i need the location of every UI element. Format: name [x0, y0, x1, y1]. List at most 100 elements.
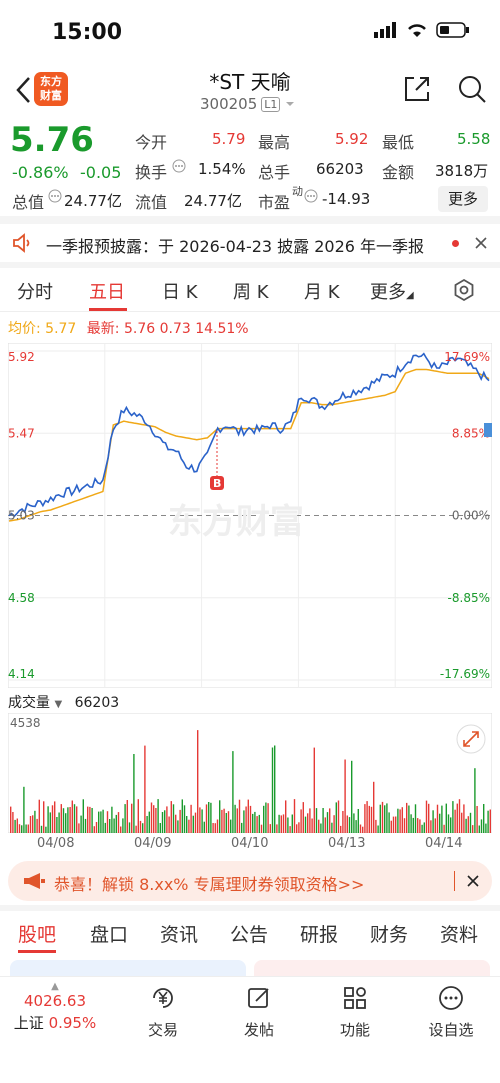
volume-bar [454, 809, 456, 833]
tab-daily-k[interactable]: 日 K [162, 278, 198, 304]
tab-research[interactable]: 研报 [300, 920, 338, 947]
volume-bar [326, 812, 329, 833]
volume-bar [271, 747, 274, 833]
more-button[interactable]: 更多 [438, 186, 488, 212]
tab-five-day[interactable]: 五日 [89, 278, 125, 304]
nav-post[interactable]: 发帖 [224, 985, 294, 1040]
volume-bar [419, 819, 421, 833]
volume-bar [439, 813, 441, 833]
volume-max-label: 4538 [10, 716, 41, 730]
volume-bar [76, 806, 78, 833]
search-icon[interactable] [457, 74, 487, 104]
open-value: 5.79 [212, 130, 246, 148]
volume-bar [78, 823, 80, 833]
volume-bar [461, 812, 463, 833]
notice-bar[interactable]: 一季报预披露：于 2026-04-23 披露 2026 年一季报 [0, 222, 500, 264]
tab-guba[interactable]: 股吧 [18, 920, 56, 947]
open-label: 今开 [135, 133, 168, 152]
volume-bar [318, 819, 320, 833]
date-label: 04/10 [231, 836, 269, 851]
nav-add-watchlist[interactable]: 设自选 [416, 985, 486, 1040]
volume-bar [150, 802, 153, 833]
volume-bar [247, 799, 249, 833]
volume-bar [93, 826, 95, 833]
tab-profile[interactable]: 资料 [440, 920, 478, 947]
volume-bar [324, 817, 326, 833]
volume-bar [298, 822, 300, 833]
index-widget[interactable]: ▲ 4026.63 上证 0.95% [10, 981, 100, 1033]
volume-indicator-label: 成交量 [8, 695, 50, 711]
status-time: 15:00 [52, 20, 123, 45]
tab-pankou[interactable]: 盘口 [90, 920, 128, 947]
nav-functions[interactable]: 功能 [320, 985, 390, 1040]
edit-icon [248, 988, 269, 1008]
volume-bar [188, 819, 190, 833]
volume-bar [51, 805, 54, 833]
volume-bar [131, 803, 133, 833]
volume-bar [436, 804, 439, 833]
volume-bar [331, 822, 333, 833]
date-label: 04/08 [37, 836, 75, 851]
volume-header[interactable]: 成交量 ▼ 66203 [8, 692, 119, 712]
volume-bar [307, 813, 309, 833]
volume-bar [434, 818, 436, 833]
volume-bar [388, 812, 390, 833]
level-badge: L1 [261, 96, 281, 112]
volume-bar [69, 807, 71, 833]
more-options-icon[interactable] [48, 189, 62, 203]
tab-weekly-k[interactable]: 周 K [233, 278, 269, 304]
sell-marker[interactable] [484, 423, 492, 437]
volume-bar [183, 805, 186, 833]
tab-more[interactable]: 更多◢ [370, 278, 414, 304]
volume-bar [27, 824, 29, 833]
tab-news[interactable]: 资讯 [160, 920, 198, 947]
expand-icon[interactable] [456, 724, 486, 754]
volume-bar [117, 812, 120, 833]
notice-text: 一季报预披露：于 2026-04-23 披露 2026 年一季报 [46, 237, 425, 256]
volume-bar [355, 820, 357, 833]
volume-bar [335, 802, 337, 833]
more-options-icon[interactable] [304, 189, 318, 203]
volume-bar [465, 818, 467, 833]
volume-bar [412, 817, 414, 833]
more-options-icon[interactable] [172, 159, 186, 173]
pe-superscript: 动 [292, 185, 303, 198]
volume-bar [36, 818, 38, 833]
volume-bar [452, 801, 454, 833]
close-icon[interactable] [474, 236, 488, 250]
volume-bar [181, 799, 183, 833]
volume-bar [159, 823, 161, 833]
price-chart[interactable]: 东方财富 5.925.475.034.584.14 17.69%8.85%0.0… [8, 343, 492, 688]
volume-bar [25, 824, 27, 833]
volume-bar [348, 817, 351, 833]
settings-icon[interactable] [452, 278, 476, 302]
stock-code-row[interactable]: 300205 L1 [200, 95, 296, 113]
volume-bar [267, 803, 269, 833]
tab-announcements[interactable]: 公告 [230, 920, 268, 947]
volume-bar [359, 824, 362, 833]
share-icon[interactable] [402, 74, 432, 104]
volume-bar [157, 799, 159, 833]
volume-bar [214, 823, 216, 833]
volume-bar [199, 807, 201, 833]
volume-bar [16, 818, 18, 833]
volume-bar [62, 808, 65, 833]
volume-bar [230, 819, 232, 833]
volume-bar [353, 813, 355, 833]
volume-bar [56, 817, 58, 833]
volume-chart[interactable]: 4538 [8, 713, 492, 833]
tab-finance[interactable]: 财务 [370, 920, 408, 947]
promo-banner[interactable]: 恭喜！解锁 8.xx% 专属理财券领取资格>> [8, 861, 492, 901]
volume-bar [342, 811, 344, 833]
y-tick-left: 4.14 [8, 667, 35, 681]
tab-intraday[interactable]: 分时 [17, 278, 53, 304]
close-icon[interactable] [466, 874, 480, 888]
volume-bar [483, 804, 485, 833]
volume-bar [370, 806, 373, 833]
svg-text:B: B [213, 477, 221, 490]
nav-trade[interactable]: 交易 [128, 985, 198, 1040]
volume-bar [212, 823, 214, 833]
volume-bar [203, 821, 205, 833]
tab-monthly-k[interactable]: 月 K [304, 278, 340, 304]
volume-bar [232, 751, 234, 833]
